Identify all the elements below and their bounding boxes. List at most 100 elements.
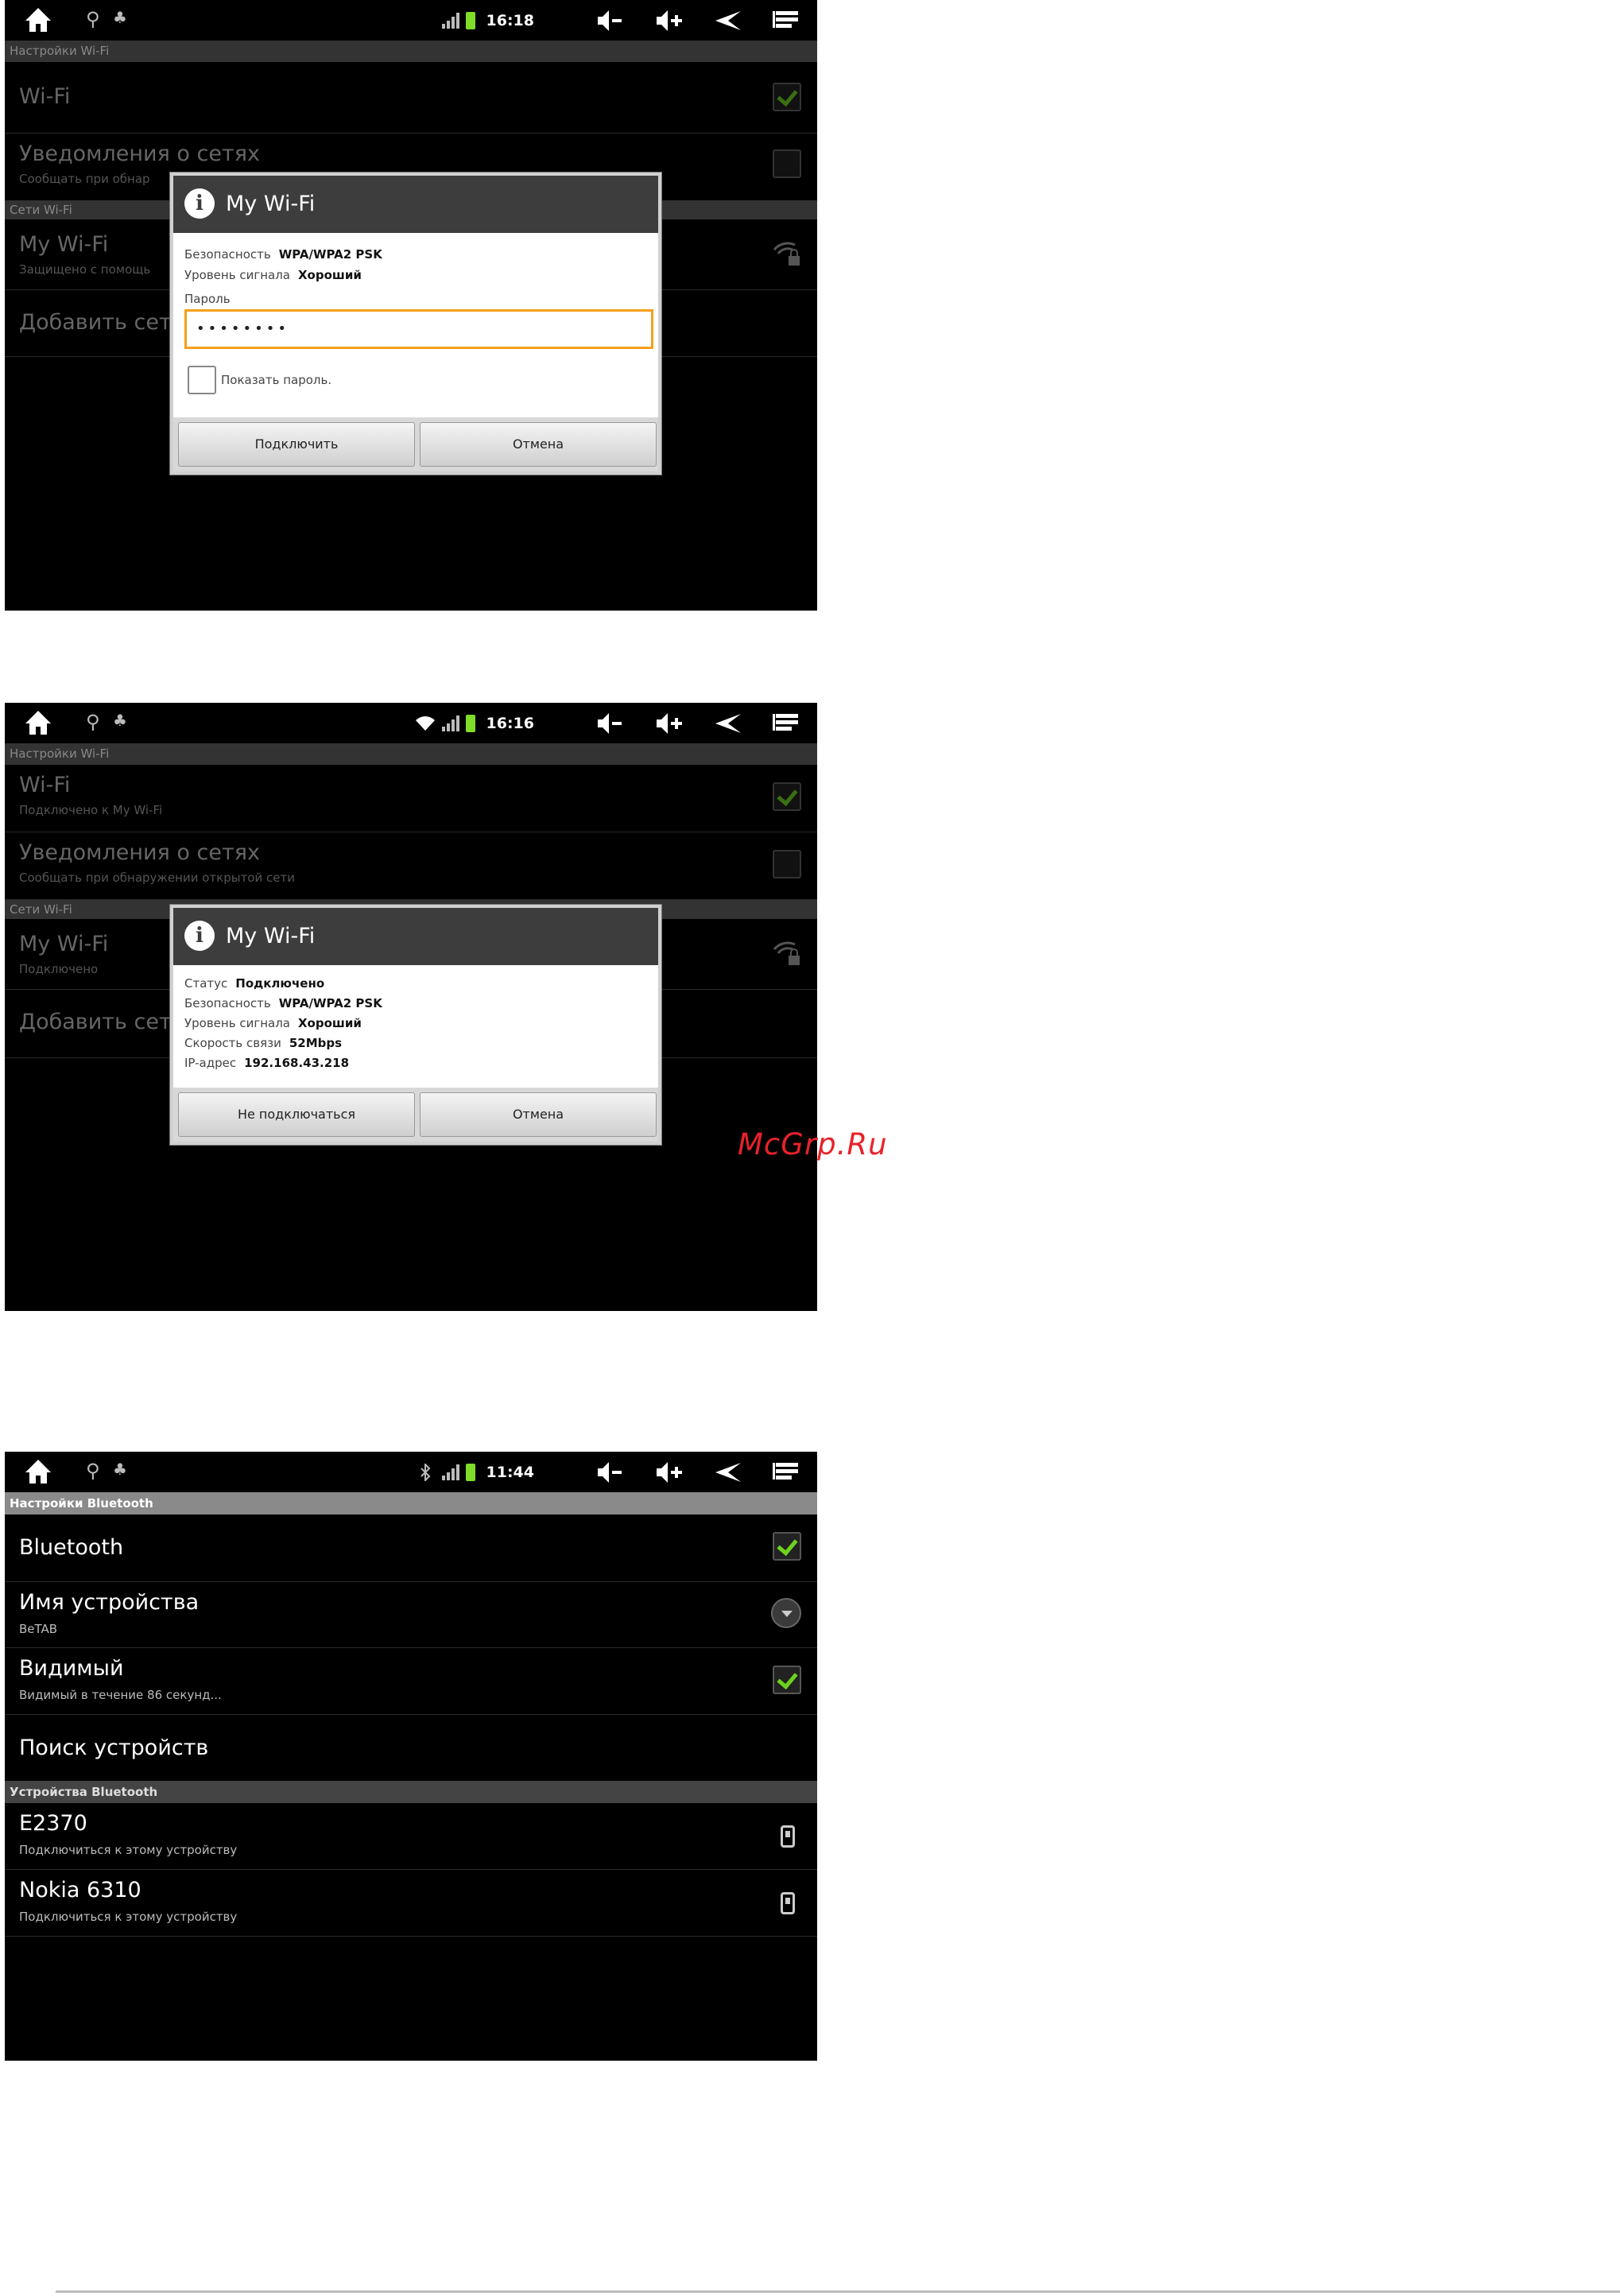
usb-icon: ⚲	[86, 8, 100, 30]
device-row[interactable]: Nokia 6310 Подключиться к этому устройст…	[5, 1870, 817, 1937]
screenshot-wifi-password: ⚲ ♣ 16:18 Настройки Wi-Fi Wi-Fi Уведомле…	[5, 0, 817, 611]
notification-icon: ♣	[113, 8, 127, 27]
visible-row[interactable]: Видимый Видимый в течение 86 секунд...	[5, 1648, 817, 1715]
visible-title: Видимый	[19, 1656, 124, 1681]
network-notify-title: Уведомления о сетях	[19, 142, 260, 166]
status-bar: ⚲ ♣ 11:44	[5, 1452, 817, 1492]
show-password-label: Показать пароль.	[221, 373, 332, 387]
speed-value: 52Mbps	[289, 1036, 343, 1050]
phone-icon	[781, 1825, 795, 1848]
volume-up-icon[interactable]	[655, 1460, 684, 1485]
home-icon[interactable]	[22, 1456, 54, 1487]
ip-value: 192.168.43.218	[244, 1056, 350, 1070]
visible-checkbox[interactable]	[773, 1666, 801, 1694]
section-header-wifi: Настройки Wi-Fi	[5, 41, 817, 62]
bluetooth-checkbox[interactable]	[773, 1532, 801, 1561]
wifi-icon	[415, 716, 435, 731]
notification-icon: ♣	[113, 711, 127, 730]
cancel-button[interactable]: Отмена	[420, 422, 657, 467]
menu-icon[interactable]	[773, 1460, 801, 1485]
usb-icon: ⚲	[86, 711, 100, 733]
dialog-button-bar: Подключить Отмена	[173, 417, 658, 471]
cancel-button[interactable]: Отмена	[420, 1092, 657, 1137]
device-row[interactable]: E2370 Подключиться к этому устройству	[5, 1803, 817, 1870]
volume-up-icon[interactable]	[655, 8, 684, 33]
device-name-row[interactable]: Имя устройства BeTAB	[5, 1582, 817, 1648]
network-notify-row[interactable]: Уведомления о сетях Сообщать при обнаруж…	[5, 832, 817, 900]
menu-icon[interactable]	[773, 711, 801, 736]
section-header-devices: Устройства Bluetooth	[5, 1781, 817, 1803]
network-subtitle: Защищено с помощь	[19, 262, 151, 277]
network-name: My Wi-Fi	[19, 232, 109, 257]
network-notify-subtitle: Сообщать при обнар	[19, 172, 150, 186]
wifi-status-dialog: i My Wi-Fi Статус Подключено Безопасность…	[170, 905, 661, 1145]
info-icon: i	[184, 188, 215, 219]
back-icon[interactable]	[714, 711, 742, 736]
visible-subtitle: Видимый в течение 86 секунд...	[19, 1688, 222, 1702]
back-icon[interactable]	[714, 1460, 742, 1485]
signal-line: Уровень сигнала Хороший	[184, 268, 362, 282]
battery-icon	[465, 1463, 475, 1481]
network-notify-title: Уведомления о сетях	[19, 840, 260, 865]
notification-icon: ♣	[113, 1460, 127, 1479]
screenshot-bluetooth-settings: ⚲ ♣ 11:44 Настройки Bluetooth Bluetooth …	[5, 1452, 817, 2061]
home-icon[interactable]	[22, 708, 54, 738]
signal-label: Уровень сигнала	[184, 268, 290, 282]
volume-down-icon[interactable]	[596, 1460, 625, 1485]
status-line: Статус Подключено	[184, 976, 324, 991]
scan-devices-row[interactable]: Поиск устройств	[5, 1715, 817, 1781]
network-notify-subtitle: Сообщать при обнаружении открытой сети	[19, 871, 295, 885]
dialog-title-bar: i My Wi-Fi	[173, 908, 658, 965]
signal-line: Уровень сигнала Хороший	[184, 1016, 362, 1030]
wifi-checkbox[interactable]	[773, 782, 801, 811]
password-input[interactable]: ••••••••	[184, 309, 653, 349]
volume-up-icon[interactable]	[655, 711, 684, 736]
wifi-locked-icon	[773, 242, 800, 266]
network-notify-checkbox[interactable]	[773, 850, 801, 878]
wifi-toggle-row[interactable]: Wi-Fi Подключено к My Wi-Fi	[5, 765, 817, 832]
info-icon: i	[184, 921, 215, 951]
disconnect-button[interactable]: Не подключаться	[178, 1092, 415, 1137]
bluetooth-title: Bluetooth	[19, 1535, 124, 1560]
dropdown-arrow-icon[interactable]	[771, 1598, 801, 1628]
network-notify-checkbox[interactable]	[773, 149, 801, 178]
wifi-toggle-row[interactable]: Wi-Fi	[5, 62, 817, 134]
home-icon[interactable]	[22, 5, 54, 35]
volume-down-icon[interactable]	[596, 8, 625, 33]
back-icon[interactable]	[714, 8, 742, 33]
status-label: Статус	[184, 976, 228, 991]
connect-button[interactable]: Подключить	[178, 422, 415, 467]
wifi-connect-dialog: i My Wi-Fi Безопасность WPA/WPA2 PSK Уров…	[170, 173, 661, 475]
wifi-checkbox[interactable]	[773, 83, 801, 111]
signal-icon	[441, 12, 459, 29]
security-line: Безопасность WPA/WPA2 PSK	[184, 247, 382, 262]
screenshot-wifi-connected: ⚲ ♣ 16:16 Настройки Wi-Fi Wi-Fi Подключе…	[5, 703, 817, 1311]
add-network-label: Добавить сеть	[19, 310, 184, 335]
show-password-option[interactable]: Показать пароль.	[188, 366, 331, 394]
show-password-checkbox[interactable]	[188, 366, 216, 394]
ip-label: IP-адрес	[184, 1056, 237, 1070]
phone-icon	[781, 1892, 795, 1914]
signal-value: Хороший	[297, 268, 362, 282]
usb-icon: ⚲	[86, 1460, 100, 1482]
bluetooth-icon	[420, 1463, 430, 1481]
page-divider	[56, 2290, 1620, 2293]
watermark: McGrp.Ru	[738, 1127, 888, 1162]
bluetooth-toggle-row[interactable]: Bluetooth	[5, 1515, 817, 1582]
menu-icon[interactable]	[773, 8, 801, 33]
device-subtitle: Подключиться к этому устройству	[19, 1910, 238, 1924]
volume-down-icon[interactable]	[596, 711, 625, 736]
speed-line: Скорость связи 52Mbps	[184, 1036, 342, 1050]
clock: 16:16	[486, 714, 534, 732]
scan-devices-label: Поиск устройств	[19, 1736, 209, 1760]
battery-icon	[465, 714, 475, 732]
security-value: WPA/WPA2 PSK	[278, 247, 382, 262]
wifi-locked-icon	[773, 941, 800, 965]
device-name: E2370	[19, 1811, 87, 1836]
signal-icon	[441, 715, 459, 731]
status-bar: ⚲ ♣ 16:18	[5, 0, 817, 41]
clock: 16:18	[486, 11, 534, 29]
signal-label: Уровень сигнала	[184, 1016, 290, 1030]
speed-label: Скорость связи	[184, 1036, 281, 1050]
ip-line: IP-адрес 192.168.43.218	[184, 1056, 349, 1070]
